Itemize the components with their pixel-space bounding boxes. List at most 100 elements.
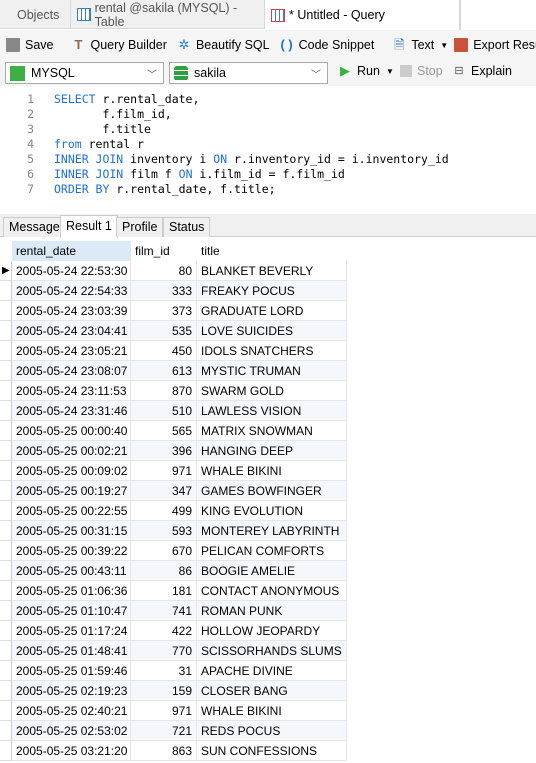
- table-row[interactable]: 2005-05-24 23:31:46 510 LAWLESS VISION: [0, 401, 347, 421]
- row-indicator[interactable]: ▶: [0, 261, 12, 281]
- cell-film-id[interactable]: 770: [131, 641, 197, 661]
- row-indicator[interactable]: [0, 501, 12, 521]
- cell-film-id[interactable]: 80: [131, 261, 197, 281]
- row-indicator[interactable]: [0, 281, 12, 301]
- column-header-film-id[interactable]: film_id: [131, 241, 197, 261]
- cell-rental-date[interactable]: 2005-05-24 23:03:39: [12, 301, 131, 321]
- table-row[interactable]: ▶ 2005-05-24 22:53:30 80 BLANKET BEVERLY: [0, 261, 347, 281]
- cell-film-id[interactable]: 863: [131, 741, 197, 761]
- cell-title[interactable]: MONTEREY LABYRINTH: [197, 521, 347, 541]
- cell-rental-date[interactable]: 2005-05-25 01:17:24: [12, 621, 131, 641]
- cell-rental-date[interactable]: 2005-05-25 01:10:47: [12, 601, 131, 621]
- cell-film-id[interactable]: 422: [131, 621, 197, 641]
- cell-film-id[interactable]: 333: [131, 281, 197, 301]
- tab-profile[interactable]: Profile: [116, 217, 164, 237]
- cell-title[interactable]: SUN CONFESSIONS: [197, 741, 347, 761]
- cell-rental-date[interactable]: 2005-05-25 00:09:02: [12, 461, 131, 481]
- row-indicator[interactable]: [0, 701, 12, 721]
- cell-film-id[interactable]: 499: [131, 501, 197, 521]
- cell-film-id[interactable]: 670: [131, 541, 197, 561]
- cell-title[interactable]: ROMAN PUNK: [197, 601, 347, 621]
- beautify-sql-button[interactable]: ✲ Beautify SQL: [177, 38, 269, 53]
- cell-film-id[interactable]: 565: [131, 421, 197, 441]
- table-row[interactable]: 2005-05-25 01:10:47 741 ROMAN PUNK: [0, 601, 347, 621]
- tab-untitled-query[interactable]: * Untitled - Query: [265, 0, 460, 30]
- save-button[interactable]: Save: [6, 38, 54, 52]
- cell-title[interactable]: WHALE BIKINI: [197, 461, 347, 481]
- code-snippet-button[interactable]: ( ) Code Snippet: [280, 38, 374, 53]
- table-row[interactable]: 2005-05-24 23:03:39 373 GRADUATE LORD: [0, 301, 347, 321]
- row-indicator[interactable]: [0, 361, 12, 381]
- tab-result-1[interactable]: Result 1: [60, 215, 118, 238]
- cell-film-id[interactable]: 450: [131, 341, 197, 361]
- cell-rental-date[interactable]: 2005-05-25 00:39:22: [12, 541, 131, 561]
- row-indicator[interactable]: [0, 381, 12, 401]
- stop-button[interactable]: Stop: [400, 64, 443, 78]
- cell-title[interactable]: IDOLS SNATCHERS: [197, 341, 347, 361]
- explain-button[interactable]: ⊟ Explain: [452, 64, 512, 78]
- cell-title[interactable]: BLANKET BEVERLY: [197, 261, 347, 281]
- cell-rental-date[interactable]: 2005-05-24 23:04:41: [12, 321, 131, 341]
- cell-title[interactable]: KING EVOLUTION: [197, 501, 347, 521]
- cell-film-id[interactable]: 159: [131, 681, 197, 701]
- tab-status[interactable]: Status: [163, 217, 211, 237]
- row-indicator[interactable]: [0, 581, 12, 601]
- cell-title[interactable]: CONTACT ANONYMOUS: [197, 581, 347, 601]
- cell-rental-date[interactable]: 2005-05-25 00:43:11: [12, 561, 131, 581]
- cell-film-id[interactable]: 613: [131, 361, 197, 381]
- cell-rental-date[interactable]: 2005-05-25 02:53:02: [12, 721, 131, 741]
- row-indicator[interactable]: [0, 721, 12, 741]
- table-row[interactable]: 2005-05-25 00:31:15 593 MONTEREY LABYRINTH: [0, 521, 347, 541]
- row-indicator[interactable]: [0, 541, 12, 561]
- cell-rental-date[interactable]: 2005-05-25 00:22:55: [12, 501, 131, 521]
- cell-film-id[interactable]: 870: [131, 381, 197, 401]
- cell-film-id[interactable]: 535: [131, 321, 197, 341]
- cell-film-id[interactable]: 510: [131, 401, 197, 421]
- cell-title[interactable]: BOOGIE AMELIE: [197, 561, 347, 581]
- cell-rental-date[interactable]: 2005-05-25 01:59:46: [12, 661, 131, 681]
- row-indicator[interactable]: [0, 561, 12, 581]
- cell-film-id[interactable]: 971: [131, 461, 197, 481]
- sql-editor[interactable]: 1 SELECT r.rental_date, 2 f.film_id, 3 f.ti…: [0, 87, 536, 210]
- row-indicator[interactable]: [0, 681, 12, 701]
- cell-title[interactable]: LAWLESS VISION: [197, 401, 347, 421]
- cell-rental-date[interactable]: 2005-05-25 02:40:21: [12, 701, 131, 721]
- cell-title[interactable]: CLOSER BANG: [197, 681, 347, 701]
- table-row[interactable]: 2005-05-25 01:59:46 31 APACHE DIVINE: [0, 661, 347, 681]
- row-indicator[interactable]: [0, 341, 12, 361]
- cell-rental-date[interactable]: 2005-05-25 03:21:20: [12, 741, 131, 761]
- table-row[interactable]: 2005-05-24 22:54:33 333 FREAKY POCUS: [0, 281, 347, 301]
- row-indicator[interactable]: [0, 641, 12, 661]
- table-row[interactable]: 2005-05-25 00:39:22 670 PELICAN COMFORTS: [0, 541, 347, 561]
- row-indicator[interactable]: [0, 661, 12, 681]
- connection-select[interactable]: MYSQL ﹀: [5, 62, 164, 84]
- row-indicator[interactable]: [0, 421, 12, 441]
- export-result-button[interactable]: Export Result: [454, 38, 536, 52]
- cell-rental-date[interactable]: 2005-05-24 22:53:30: [12, 261, 131, 281]
- cell-film-id[interactable]: 396: [131, 441, 197, 461]
- table-row[interactable]: 2005-05-24 23:11:53 870 SWARM GOLD: [0, 381, 347, 401]
- row-indicator[interactable]: [0, 401, 12, 421]
- cell-rental-date[interactable]: 2005-05-24 23:11:53: [12, 381, 131, 401]
- cell-title[interactable]: WHALE BIKINI: [197, 701, 347, 721]
- cell-film-id[interactable]: 373: [131, 301, 197, 321]
- cell-title[interactable]: SCISSORHANDS SLUMS: [197, 641, 347, 661]
- cell-rental-date[interactable]: 2005-05-25 00:02:21: [12, 441, 131, 461]
- table-row[interactable]: 2005-05-25 02:19:23 159 CLOSER BANG: [0, 681, 347, 701]
- row-indicator[interactable]: [0, 321, 12, 341]
- table-row[interactable]: 2005-05-25 00:00:40 565 MATRIX SNOWMAN: [0, 421, 347, 441]
- row-indicator[interactable]: [0, 301, 12, 321]
- text-mode-dropdown[interactable]: 🗎 Text ▼: [392, 38, 448, 53]
- cell-rental-date[interactable]: 2005-05-25 00:31:15: [12, 521, 131, 541]
- tab-message[interactable]: Message: [3, 217, 66, 237]
- table-row[interactable]: 2005-05-24 23:05:21 450 IDOLS SNATCHERS: [0, 341, 347, 361]
- cell-rental-date[interactable]: 2005-05-25 00:00:40: [12, 421, 131, 441]
- run-button[interactable]: ▶ Run ▼: [338, 64, 394, 79]
- row-indicator[interactable]: [0, 601, 12, 621]
- cell-film-id[interactable]: 86: [131, 561, 197, 581]
- row-indicator[interactable]: [0, 461, 12, 481]
- table-row[interactable]: 2005-05-25 00:02:21 396 HANGING DEEP: [0, 441, 347, 461]
- cell-rental-date[interactable]: 2005-05-24 23:05:21: [12, 341, 131, 361]
- table-row[interactable]: 2005-05-25 01:48:41 770 SCISSORHANDS SLUMS: [0, 641, 347, 661]
- cell-rental-date[interactable]: 2005-05-24 23:31:46: [12, 401, 131, 421]
